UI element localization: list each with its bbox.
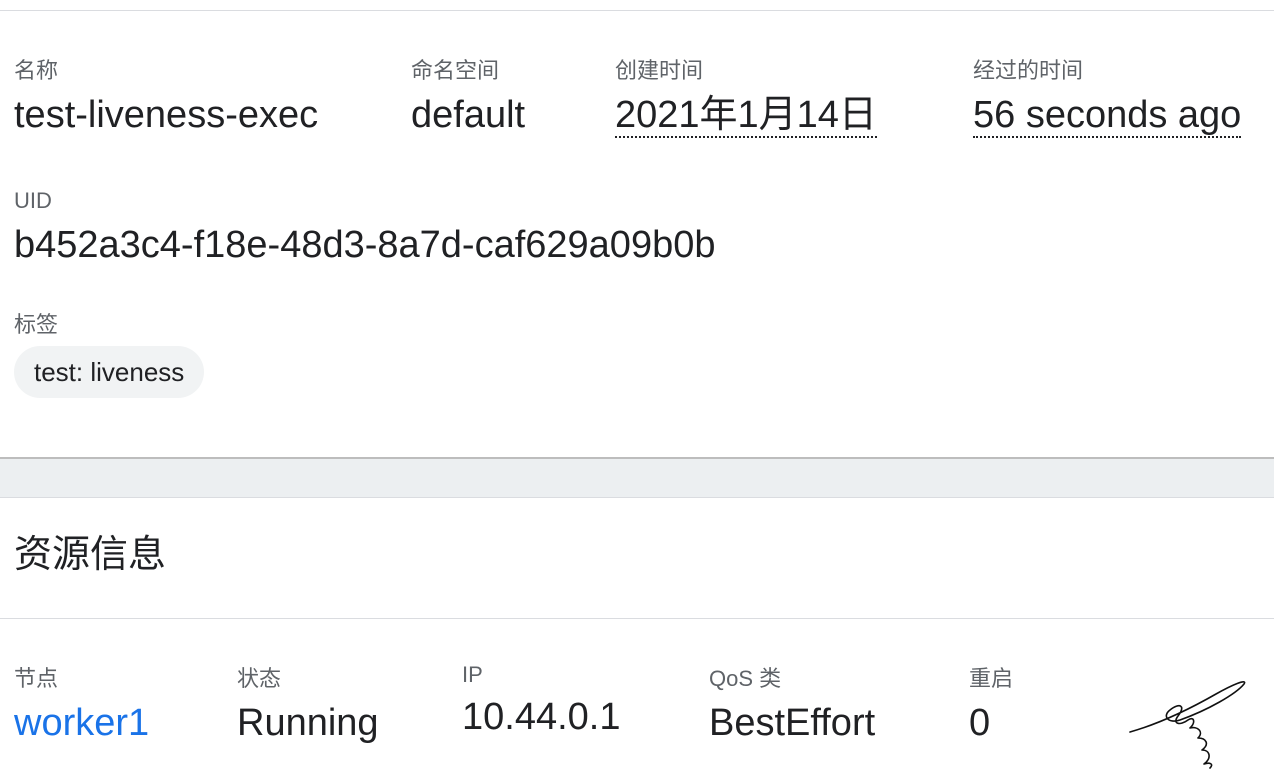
uid-field: UID b452a3c4-f18e-48d3-8a7d-caf629a09b0b	[14, 188, 715, 268]
labels-label: 标签	[14, 312, 59, 337]
signature-mark	[1129, 680, 1246, 769]
created-field: 创建时间 2021年1月14日	[615, 58, 877, 138]
status-value: Running	[237, 702, 379, 744]
namespace-label: 命名空间	[411, 58, 500, 83]
name-value: test-liveness-exec	[14, 94, 319, 136]
name-field: 名称 test-liveness-exec	[14, 58, 318, 138]
uid-label: UID	[14, 188, 52, 213]
pod-detail-page: 名称 test-liveness-exec 命名空间 default 创建时间 …	[0, 0, 1274, 780]
status-label: 状态	[237, 666, 282, 691]
restarts-label: 重启	[969, 666, 1014, 691]
node-label: 节点	[14, 666, 59, 691]
resource-title-divider	[0, 618, 1274, 619]
uid-value: b452a3c4-f18e-48d3-8a7d-caf629a09b0b	[14, 224, 716, 266]
namespace-value: default	[411, 94, 526, 136]
node-field: 节点 worker1	[14, 666, 149, 746]
age-field: 经过的时间 56 seconds ago	[973, 58, 1242, 138]
qos-value: BestEffort	[709, 702, 876, 744]
restarts-field: 重启 0	[969, 666, 1013, 746]
ip-value: 10.44.0.1	[462, 696, 621, 738]
resource-card	[0, 498, 1274, 780]
node-link[interactable]: worker1	[14, 700, 149, 746]
age-value: 56 seconds ago	[973, 94, 1242, 138]
label-chip[interactable]: test: liveness	[14, 346, 205, 398]
restarts-value: 0	[969, 702, 991, 744]
ip-label: IP	[462, 662, 483, 687]
qos-field: QoS 类 BestEffort	[709, 666, 875, 746]
qos-label: QoS 类	[709, 666, 782, 691]
created-label: 创建时间	[615, 58, 704, 83]
created-value: 2021年1月14日	[615, 94, 877, 138]
labels-field: 标签 test: liveness	[14, 312, 205, 398]
namespace-field: 命名空间 default	[411, 58, 525, 138]
section-gap	[0, 459, 1274, 497]
age-label: 经过的时间	[973, 58, 1084, 83]
status-field: 状态 Running	[237, 666, 379, 746]
resource-section-title: 资源信息	[14, 534, 167, 576]
ip-field: IP 10.44.0.1	[462, 662, 620, 740]
name-label: 名称	[14, 58, 59, 83]
